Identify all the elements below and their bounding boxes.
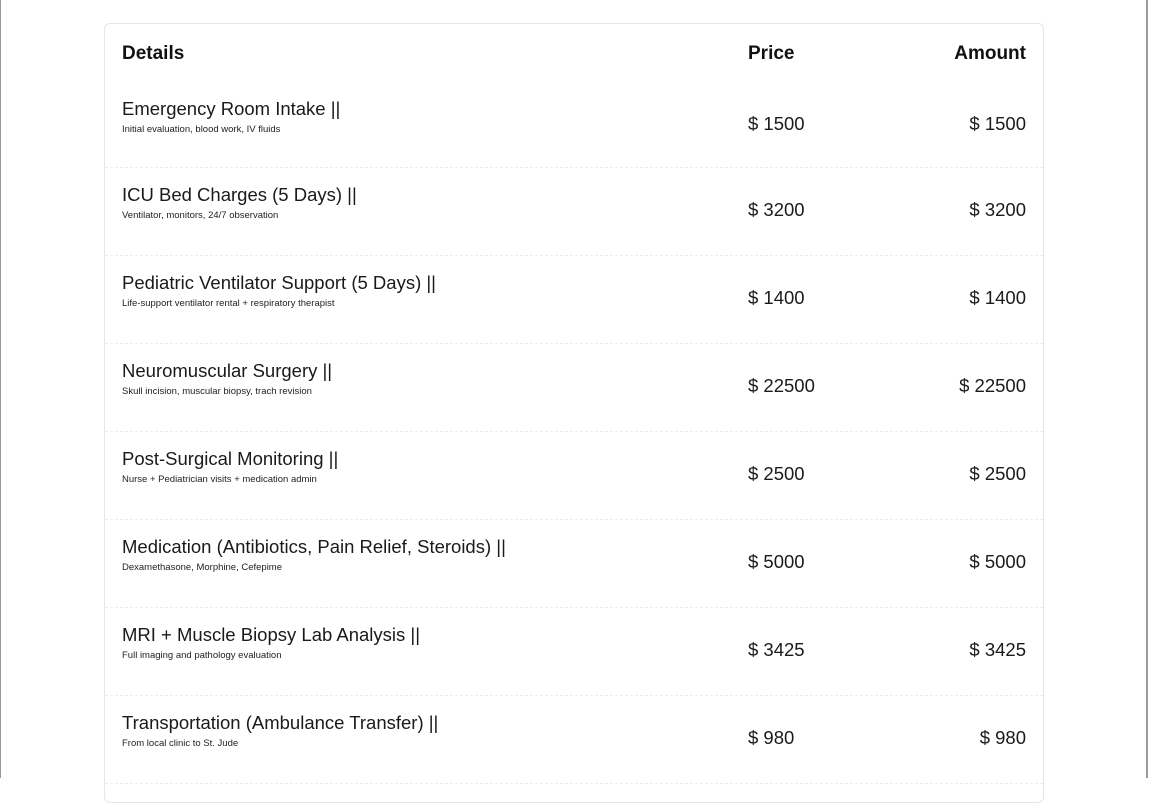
item-description: Dexamethasone, Morphine, Cefepime <box>122 562 283 573</box>
table-header: Details Price Amount <box>105 24 1043 82</box>
table-row: ICU Bed Charges (5 Days) || Ventilator, … <box>105 168 1043 256</box>
table-row: Emergency Room Intake || Initial evaluat… <box>105 82 1043 168</box>
item-amount: $ 980 <box>979 727 1026 748</box>
amount-column-header: Amount <box>954 43 1026 64</box>
item-description: Initial evaluation, blood work, IV fluid… <box>122 124 281 135</box>
table-row: Pediatric Ventilator Support (5 Days) ||… <box>105 256 1043 344</box>
item-amount: $ 3200 <box>969 199 1026 220</box>
details-column-header: Details <box>122 43 185 64</box>
item-price: $ 3425 <box>748 639 805 660</box>
item-name: Medication (Antibiotics, Pain Relief, St… <box>122 536 506 557</box>
item-price: $ 1500 <box>748 113 805 134</box>
table-row: MRI + Muscle Biopsy Lab Analysis || Full… <box>105 608 1043 696</box>
item-name: Emergency Room Intake || <box>122 98 341 119</box>
item-price: $ 5000 <box>748 551 805 572</box>
item-name: Transportation (Ambulance Transfer) || <box>122 712 439 733</box>
item-amount: $ 5000 <box>969 551 1026 572</box>
table-row: Post-Surgical Monitoring || Nurse + Pedi… <box>105 432 1043 520</box>
item-amount: $ 1400 <box>969 287 1026 308</box>
item-description: Skull incision, muscular biopsy, trach r… <box>122 386 312 397</box>
item-price: $ 1400 <box>748 287 805 308</box>
item-amount: $ 2500 <box>969 463 1026 484</box>
item-amount: $ 1500 <box>969 113 1026 134</box>
table-row: Medication (Antibiotics, Pain Relief, St… <box>105 520 1043 608</box>
item-price: $ 2500 <box>748 463 805 484</box>
price-column-header: Price <box>748 43 795 64</box>
item-name: ICU Bed Charges (5 Days) || <box>122 184 357 205</box>
invoice-table: Details Price Amount Emergency Room Inta… <box>104 23 1044 803</box>
item-description: Nurse + Pediatrician visits + medication… <box>122 474 317 485</box>
item-amount: $ 22500 <box>959 375 1026 396</box>
table-row: Transportation (Ambulance Transfer) || F… <box>105 696 1043 784</box>
table-row: Neuromuscular Surgery || Skull incision,… <box>105 344 1043 432</box>
item-amount: $ 3425 <box>969 639 1026 660</box>
item-description: Full imaging and pathology evaluation <box>122 650 282 661</box>
item-name: Neuromuscular Surgery || <box>122 360 333 381</box>
item-price: $ 3200 <box>748 199 805 220</box>
item-name: Post-Surgical Monitoring || <box>122 448 339 469</box>
item-description: Ventilator, monitors, 24/7 observation <box>122 210 279 221</box>
item-name: MRI + Muscle Biopsy Lab Analysis || <box>122 624 421 645</box>
table-body: Emergency Room Intake || Initial evaluat… <box>105 82 1043 784</box>
item-description: From local clinic to St. Jude <box>122 738 239 749</box>
item-price: $ 22500 <box>748 375 815 396</box>
item-description: Life-support ventilator rental + respira… <box>122 298 335 309</box>
item-price: $ 980 <box>748 727 795 748</box>
item-name: Pediatric Ventilator Support (5 Days) || <box>122 272 436 293</box>
